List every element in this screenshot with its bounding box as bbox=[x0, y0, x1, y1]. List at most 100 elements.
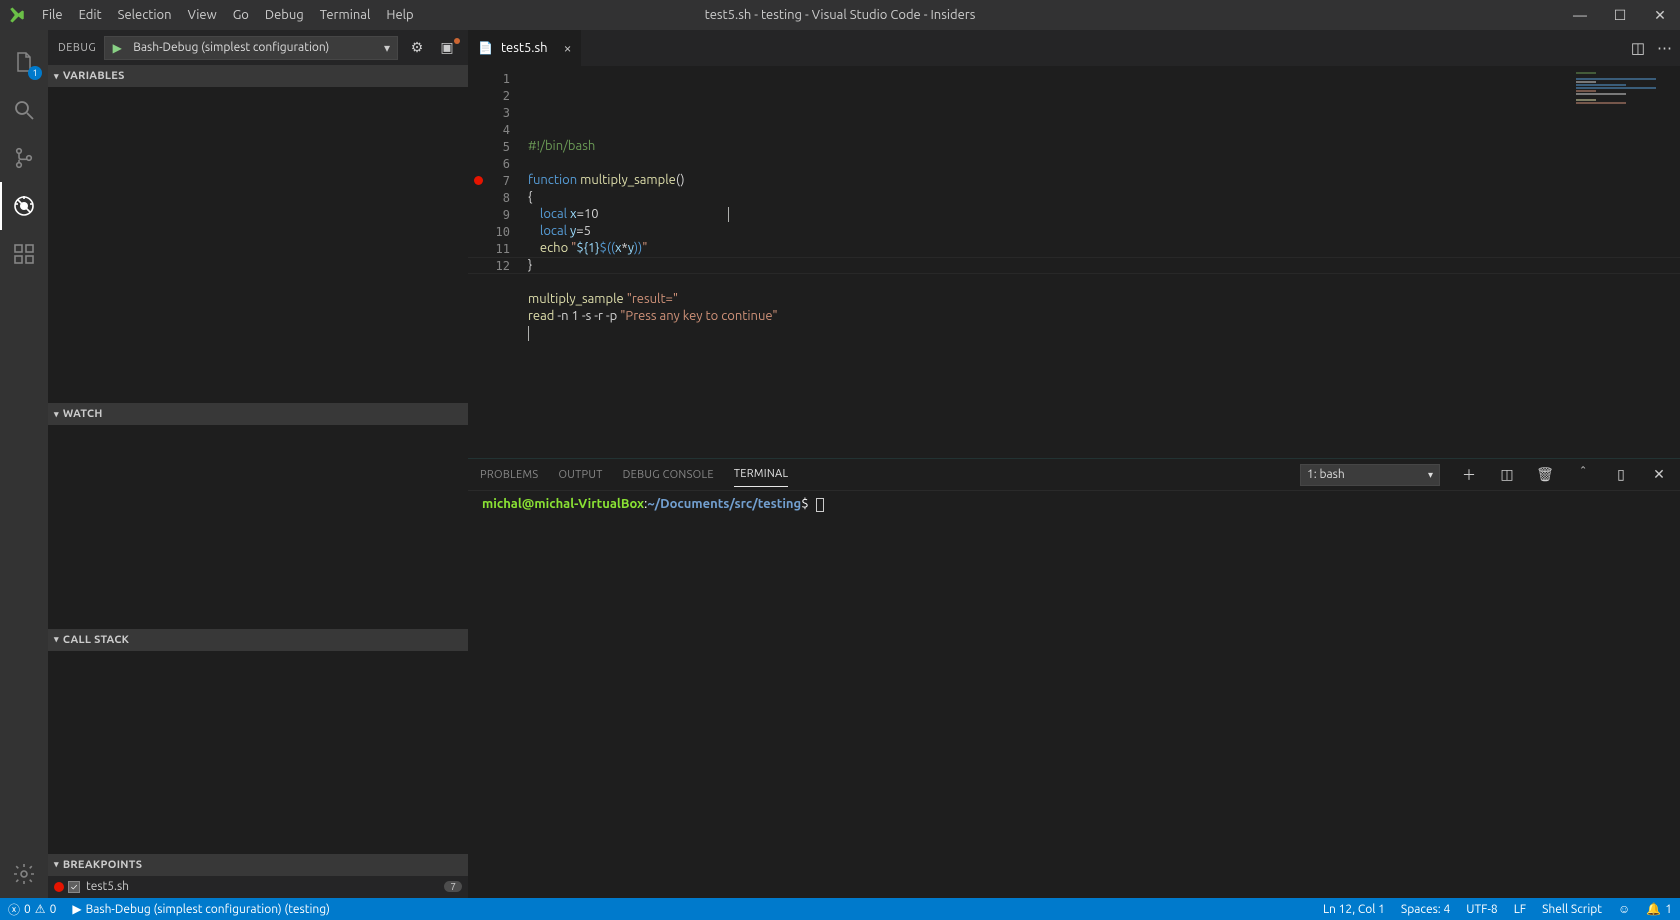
gutter-line[interactable]: 8 bbox=[468, 189, 528, 206]
debug-settings-icon[interactable]: ⚙ bbox=[406, 39, 428, 56]
code-line[interactable] bbox=[528, 325, 1680, 342]
callstack-body bbox=[48, 651, 468, 854]
status-encoding[interactable]: UTF-8 bbox=[1458, 903, 1505, 916]
tab-label: test5.sh bbox=[501, 41, 548, 55]
menu-go[interactable]: Go bbox=[225, 8, 257, 22]
minimize-icon[interactable]: — bbox=[1560, 7, 1600, 24]
debug-config-select[interactable]: ▶ Bash-Debug (simplest configuration) ▾ bbox=[104, 36, 398, 60]
menu-file[interactable]: File bbox=[34, 8, 71, 22]
code-line[interactable]: local y=5 bbox=[528, 223, 1680, 240]
status-language[interactable]: Shell Script bbox=[1534, 903, 1610, 916]
chevron-down-icon[interactable]: ▾ bbox=[377, 41, 397, 55]
gutter-line[interactable]: 11 bbox=[468, 240, 528, 257]
breakpoint-checkbox[interactable]: ✓ bbox=[68, 881, 80, 893]
gutter-line[interactable]: 3 bbox=[468, 104, 528, 121]
split-terminal-icon[interactable]: ◫ bbox=[1498, 466, 1516, 483]
gutter-line[interactable]: 7 bbox=[468, 172, 528, 189]
menu-items: File Edit Selection View Go Debug Termin… bbox=[34, 8, 422, 22]
gutter-line[interactable]: 6 bbox=[468, 155, 528, 172]
callstack-header[interactable]: ▾CALL STACK bbox=[48, 629, 468, 651]
code-line[interactable]: read -n 1 -s -r -p "Press any key to con… bbox=[528, 308, 1680, 325]
extensions-icon[interactable] bbox=[0, 230, 48, 278]
start-debug-icon[interactable]: ▶ bbox=[105, 41, 129, 55]
editor-area: 📄 test5.sh × ◫ ⋯ 123456789101112 #!/bin/… bbox=[468, 30, 1680, 898]
status-errors[interactable]: ⓧ0⚠0 bbox=[0, 901, 64, 918]
watch-header[interactable]: ▾WATCH bbox=[48, 403, 468, 425]
breakpoints-header[interactable]: ▾BREAKPOINTS bbox=[48, 854, 468, 876]
maximize-icon[interactable]: ☐ bbox=[1600, 7, 1640, 24]
gutter-line[interactable]: 1 bbox=[468, 70, 528, 87]
debug-title: DEBUG bbox=[58, 42, 96, 54]
code-line[interactable]: function multiply_sample() bbox=[528, 172, 1680, 189]
code-line[interactable]: multiply_sample "result=" bbox=[528, 291, 1680, 308]
minimap[interactable] bbox=[1576, 72, 1676, 112]
editor-code[interactable]: #!/bin/bash function multiply_sample(){ l… bbox=[528, 66, 1680, 458]
menu-debug[interactable]: Debug bbox=[257, 8, 312, 22]
debug-console-icon[interactable]: ▣ bbox=[436, 39, 458, 56]
split-editor-icon[interactable]: ◫ bbox=[1631, 39, 1645, 57]
close-tab-icon[interactable]: × bbox=[564, 40, 572, 56]
maximize-panel-icon[interactable]: ＾ bbox=[1574, 465, 1592, 485]
new-terminal-icon[interactable]: ＋ bbox=[1460, 465, 1478, 485]
gutter-line[interactable]: 2 bbox=[468, 87, 528, 104]
status-eol[interactable]: LF bbox=[1506, 903, 1534, 916]
text-cursor bbox=[728, 207, 729, 222]
code-line[interactable]: #!/bin/bash bbox=[528, 138, 1680, 155]
window-title: test5.sh - testing - Visual Studio Code … bbox=[705, 8, 976, 22]
gutter-line[interactable]: 5 bbox=[468, 138, 528, 155]
breakpoint-glyph[interactable] bbox=[474, 176, 483, 185]
gutter-line[interactable]: 10 bbox=[468, 223, 528, 240]
editor[interactable]: 123456789101112 #!/bin/bashfunction mult… bbox=[468, 66, 1680, 458]
menu-view[interactable]: View bbox=[180, 8, 225, 22]
terminal-cursor bbox=[816, 498, 824, 512]
breakpoint-dot-icon bbox=[54, 882, 64, 892]
kill-terminal-icon[interactable]: 🗑 bbox=[1536, 466, 1554, 483]
variables-body bbox=[48, 87, 468, 403]
source-control-icon[interactable] bbox=[0, 134, 48, 182]
terminal-body[interactable]: michal@michal-VirtualBox:~/Documents/src… bbox=[468, 491, 1680, 898]
code-line[interactable]: echo "${1}$((x*y))" bbox=[528, 240, 1680, 257]
menu-edit[interactable]: Edit bbox=[71, 8, 110, 22]
terminal-prompt: michal@michal-VirtualBox:~/Documents/src… bbox=[482, 497, 824, 511]
debug-icon[interactable] bbox=[0, 182, 48, 230]
breakpoint-line: 7 bbox=[444, 881, 462, 892]
panel-tab-output[interactable]: OUTPUT bbox=[558, 463, 602, 487]
code-line[interactable] bbox=[528, 274, 1680, 291]
menubar: File Edit Selection View Go Debug Termin… bbox=[0, 0, 1680, 30]
close-panel-icon[interactable]: ✕ bbox=[1650, 466, 1668, 483]
activity-bar: 1 bbox=[0, 30, 48, 898]
panel-tab-debug-console[interactable]: DEBUG CONSOLE bbox=[623, 463, 714, 487]
more-actions-icon[interactable]: ⋯ bbox=[1657, 39, 1672, 57]
status-indentation[interactable]: Spaces: 4 bbox=[1393, 903, 1458, 916]
variables-header[interactable]: ▾VARIABLES bbox=[48, 65, 468, 87]
panel-tab-terminal[interactable]: TERMINAL bbox=[734, 462, 789, 487]
search-icon[interactable] bbox=[0, 86, 48, 134]
panel-tab-problems[interactable]: PROBLEMS bbox=[480, 463, 538, 487]
code-line[interactable]: local x=10 bbox=[528, 206, 1680, 223]
menu-help[interactable]: Help bbox=[378, 8, 421, 22]
close-icon[interactable]: ✕ bbox=[1640, 7, 1680, 24]
tab-test5[interactable]: 📄 test5.sh × bbox=[468, 30, 582, 66]
watch-body bbox=[48, 425, 468, 628]
status-feedback-icon[interactable]: ☺ bbox=[1610, 902, 1638, 916]
shell-file-icon: 📄 bbox=[478, 41, 493, 55]
explorer-badge: 1 bbox=[28, 66, 42, 80]
menu-terminal[interactable]: Terminal bbox=[312, 8, 379, 22]
explorer-icon[interactable]: 1 bbox=[0, 38, 48, 86]
bottom-panel: PROBLEMS OUTPUT DEBUG CONSOLE TERMINAL 1… bbox=[468, 458, 1680, 898]
status-position[interactable]: Ln 12, Col 1 bbox=[1315, 903, 1393, 916]
move-panel-icon[interactable]: ▯ bbox=[1612, 466, 1630, 483]
gutter-line[interactable]: 4 bbox=[468, 121, 528, 138]
panel-tabs: PROBLEMS OUTPUT DEBUG CONSOLE TERMINAL 1… bbox=[468, 459, 1680, 491]
terminal-selector[interactable]: 1: bash▾ bbox=[1300, 464, 1440, 486]
code-line[interactable]: { bbox=[528, 189, 1680, 206]
editor-cursor bbox=[528, 326, 529, 341]
gutter-line[interactable]: 9 bbox=[468, 206, 528, 223]
breakpoint-row[interactable]: ✓ test5.sh 7 bbox=[48, 876, 468, 898]
status-notifications[interactable]: 🔔1 bbox=[1638, 902, 1680, 916]
settings-gear-icon[interactable] bbox=[0, 850, 48, 898]
status-launch[interactable]: ▶Bash-Debug (simplest configuration) (te… bbox=[64, 902, 338, 916]
menu-selection[interactable]: Selection bbox=[110, 8, 180, 22]
code-line[interactable] bbox=[528, 155, 1680, 172]
breakpoint-file: test5.sh bbox=[86, 880, 444, 893]
